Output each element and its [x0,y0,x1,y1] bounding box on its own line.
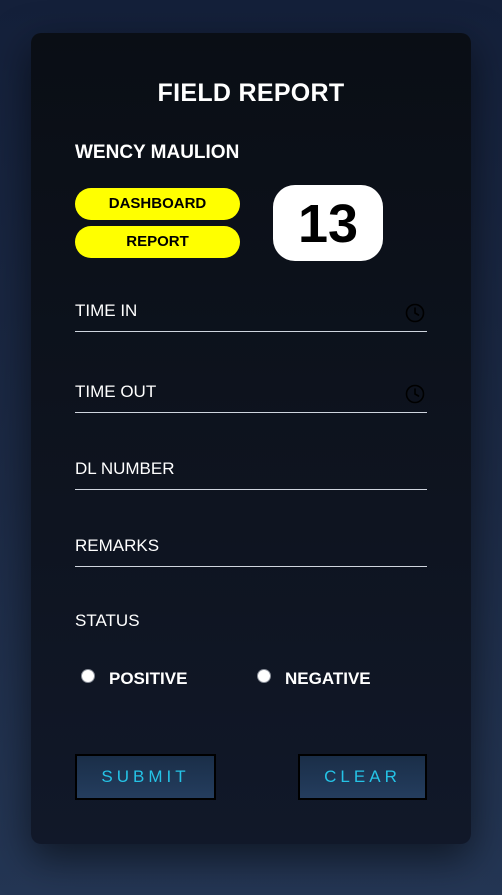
field-report-card: FIELD REPORT WENCY MAULION DASHBOARD REP… [31,33,471,844]
submit-button[interactable]: SUBMIT [75,754,216,800]
time-in-field[interactable]: TIME IN [75,291,427,332]
time-out-field[interactable]: TIME OUT [75,372,427,413]
status-label: STATUS [75,611,140,630]
clear-button[interactable]: CLEAR [298,754,427,800]
status-option-negative[interactable]: NEGATIVE [257,663,371,689]
negative-radio[interactable] [257,669,271,683]
username: WENCY MAULION [75,142,240,163]
clock-icon[interactable] [405,303,425,323]
report-button[interactable]: REPORT [75,226,240,258]
remarks-field[interactable]: REMARKS [75,526,427,567]
dl-number-input[interactable] [75,449,399,489]
dl-number-field[interactable]: DL NUMBER [75,449,427,490]
positive-radio[interactable] [81,669,95,683]
remarks-input[interactable] [75,526,399,566]
page-title: FIELD REPORT [157,79,345,107]
negative-label: NEGATIVE [285,669,371,688]
time-in-input[interactable] [75,291,399,331]
status-option-positive[interactable]: POSITIVE [81,663,187,689]
dashboard-button[interactable]: DASHBOARD [75,188,240,220]
positive-label: POSITIVE [109,669,188,688]
clock-icon[interactable] [405,384,425,404]
report-count-badge: 13 [273,185,383,261]
time-out-input[interactable] [75,372,399,412]
